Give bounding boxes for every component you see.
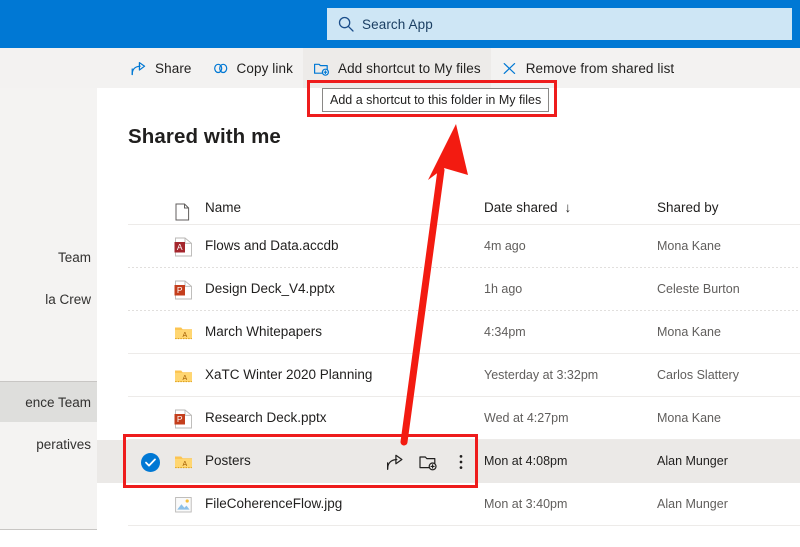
add-shortcut-row-icon[interactable]	[418, 452, 438, 472]
sidebar-bottom-divider	[0, 529, 97, 530]
file-icon	[175, 203, 190, 221]
share-button[interactable]: Share	[120, 48, 202, 88]
row-actions	[385, 452, 485, 472]
tooltip-text: Add a shortcut to this folder in My file…	[330, 93, 542, 107]
file-name: March Whitepapers	[205, 324, 323, 339]
share-row-icon[interactable]	[385, 452, 405, 472]
sidebar-item-label: peratives	[36, 437, 91, 452]
command-bar: Share Copy link Add shortcut to My files	[0, 48, 800, 88]
file-name: Design Deck_V4.pptx	[205, 281, 335, 296]
powerpoint-file-icon: P	[174, 280, 193, 300]
date-shared: 4:34pm	[484, 325, 526, 339]
svg-text:P: P	[177, 414, 183, 424]
left-navigation: Team la Crew ence Team peratives	[0, 88, 97, 530]
share-icon	[130, 60, 147, 77]
shared-by: Mona Kane	[657, 411, 721, 425]
svg-text:A: A	[182, 332, 187, 339]
shared-folder-icon: A	[174, 366, 193, 386]
app-window: Search App Share Copy link Add shortcut …	[0, 0, 800, 547]
column-header-shared-by[interactable]: Shared by	[657, 200, 719, 215]
main-content: Shared with me Name Date shared ↓ Shared …	[97, 88, 800, 547]
svg-text:A: A	[177, 242, 183, 252]
list-column-headers: Name Date shared ↓ Shared by	[97, 194, 800, 224]
table-row[interactable]: P Research Deck.pptx Wed at 4:27pm Mona …	[97, 397, 800, 440]
shared-by: Mona Kane	[657, 325, 721, 339]
date-shared: Wed at 4:27pm	[484, 411, 569, 425]
add-shortcut-to-my-files-label: Add shortcut to My files	[337, 60, 481, 76]
column-header-name[interactable]: Name	[205, 200, 241, 215]
search-placeholder-text: Search App	[362, 16, 433, 32]
column-header-date-shared[interactable]: Date shared ↓	[484, 200, 571, 215]
sort-descending-icon: ↓	[564, 200, 572, 215]
column-header-date-shared-label: Date shared	[484, 200, 558, 215]
add-shortcut-to-my-files-button[interactable]: Add shortcut to My files	[302, 48, 491, 88]
shared-by: Carlos Slattery	[657, 368, 739, 382]
sidebar-item-la-crew[interactable]: la Crew	[0, 282, 97, 317]
svg-text:A: A	[182, 375, 187, 382]
add-shortcut-folder-icon	[313, 60, 330, 77]
date-shared: 1h ago	[484, 282, 523, 296]
share-button-label: Share	[155, 60, 192, 76]
remove-from-shared-list-button[interactable]: Remove from shared list	[491, 48, 685, 88]
date-shared: Mon at 4:08pm	[484, 454, 568, 468]
shared-by: Mona Kane	[657, 239, 721, 253]
remove-from-shared-list-label: Remove from shared list	[525, 60, 675, 76]
table-row[interactable]: P Design Deck_V4.pptx 1h ago Celeste Bur…	[97, 268, 800, 311]
search-input[interactable]: Search App	[327, 8, 792, 40]
shared-folder-icon: A	[174, 323, 193, 343]
table-row[interactable]: A Posters Mon at 4:08pm Alan Munger	[97, 440, 800, 483]
tooltip: Add a shortcut to this folder in My file…	[322, 88, 550, 112]
date-shared: Yesterday at 3:32pm	[484, 368, 599, 382]
powerpoint-file-icon: P	[174, 409, 193, 429]
close-x-icon	[501, 60, 518, 77]
search-icon	[337, 15, 355, 33]
sidebar-item-label: ence Team	[25, 394, 91, 410]
svg-text:A: A	[182, 461, 187, 468]
shared-by: Alan Munger	[657, 454, 728, 468]
link-icon	[212, 60, 229, 77]
date-shared: 4m ago	[484, 239, 526, 253]
image-file-icon	[174, 495, 193, 515]
suite-header-bar: Search App	[0, 0, 800, 48]
page-title: Shared with me	[128, 125, 281, 148]
shared-by: Celeste Burton	[657, 282, 740, 296]
file-name: Posters	[205, 453, 251, 468]
date-shared: Mon at 3:40pm	[484, 497, 568, 511]
shared-by: Alan Munger	[657, 497, 728, 511]
access-file-icon: A	[174, 237, 193, 257]
table-row[interactable]: A XaTC Winter 2020 Planning Yesterday at…	[97, 354, 800, 397]
more-options-icon[interactable]	[451, 452, 471, 472]
row-divider	[128, 525, 800, 526]
row-selected-checkbox[interactable]	[141, 453, 160, 472]
file-name: FileCoherenceFlow.jpg	[205, 496, 343, 511]
svg-text:P: P	[177, 285, 183, 295]
copy-link-button-label: Copy link	[236, 60, 293, 76]
table-row[interactable]: FileCoherenceFlow.jpg Mon at 3:40pm Alan…	[97, 483, 800, 526]
table-row[interactable]: A Flows and Data.accdb 4m ago Mona Kane	[97, 225, 800, 268]
sidebar-item-team[interactable]: Team	[0, 240, 97, 275]
table-row[interactable]: A March Whitepapers 4:34pm Mona Kane	[97, 311, 800, 354]
sidebar-item-peratives[interactable]: peratives	[0, 427, 97, 462]
file-name: Flows and Data.accdb	[205, 238, 339, 253]
shared-folder-icon: A	[174, 452, 193, 472]
file-name: Research Deck.pptx	[205, 410, 327, 425]
copy-link-button[interactable]: Copy link	[202, 48, 303, 88]
sidebar-item-ence-team[interactable]: ence Team	[0, 382, 97, 422]
file-name: XaTC Winter 2020 Planning	[205, 367, 373, 382]
sidebar-item-label: Team	[57, 250, 91, 265]
sidebar-item-label: la Crew	[45, 292, 91, 307]
